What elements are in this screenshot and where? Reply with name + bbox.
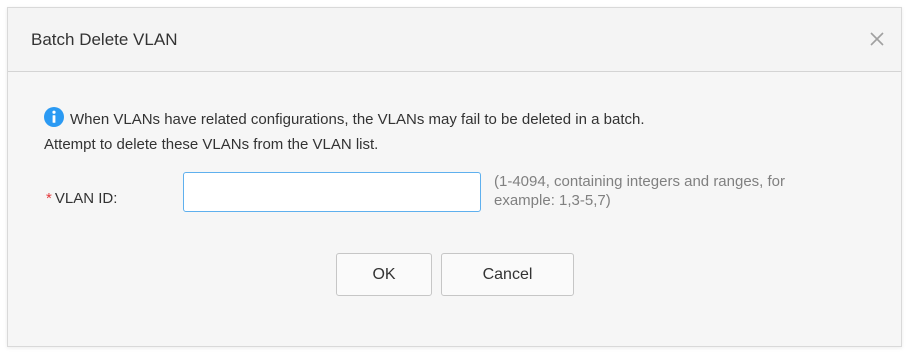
notice-text-line2: Attempt to delete these VLANs from the V…: [44, 136, 379, 153]
info-icon: [44, 107, 64, 127]
notice-text-line1: When VLANs have related configurations, …: [70, 111, 645, 128]
vlan-id-input[interactable]: [183, 172, 481, 212]
vlan-id-hint: (1-4094, containing integers and ranges,…: [494, 173, 786, 209]
ok-button[interactable]: OK: [336, 253, 432, 296]
cancel-button[interactable]: Cancel: [441, 253, 574, 296]
required-mark: *: [46, 190, 52, 207]
vlan-id-label-text: VLAN ID:: [54, 190, 118, 207]
dialog-title: Batch Delete VLAN: [31, 30, 178, 49]
close-icon[interactable]: [866, 28, 888, 50]
dialog-header: Batch Delete VLAN: [8, 8, 901, 72]
vlan-id-label: * VLAN ID:: [46, 189, 117, 209]
notice-message: When VLANs have related configurations, …: [44, 107, 874, 155]
